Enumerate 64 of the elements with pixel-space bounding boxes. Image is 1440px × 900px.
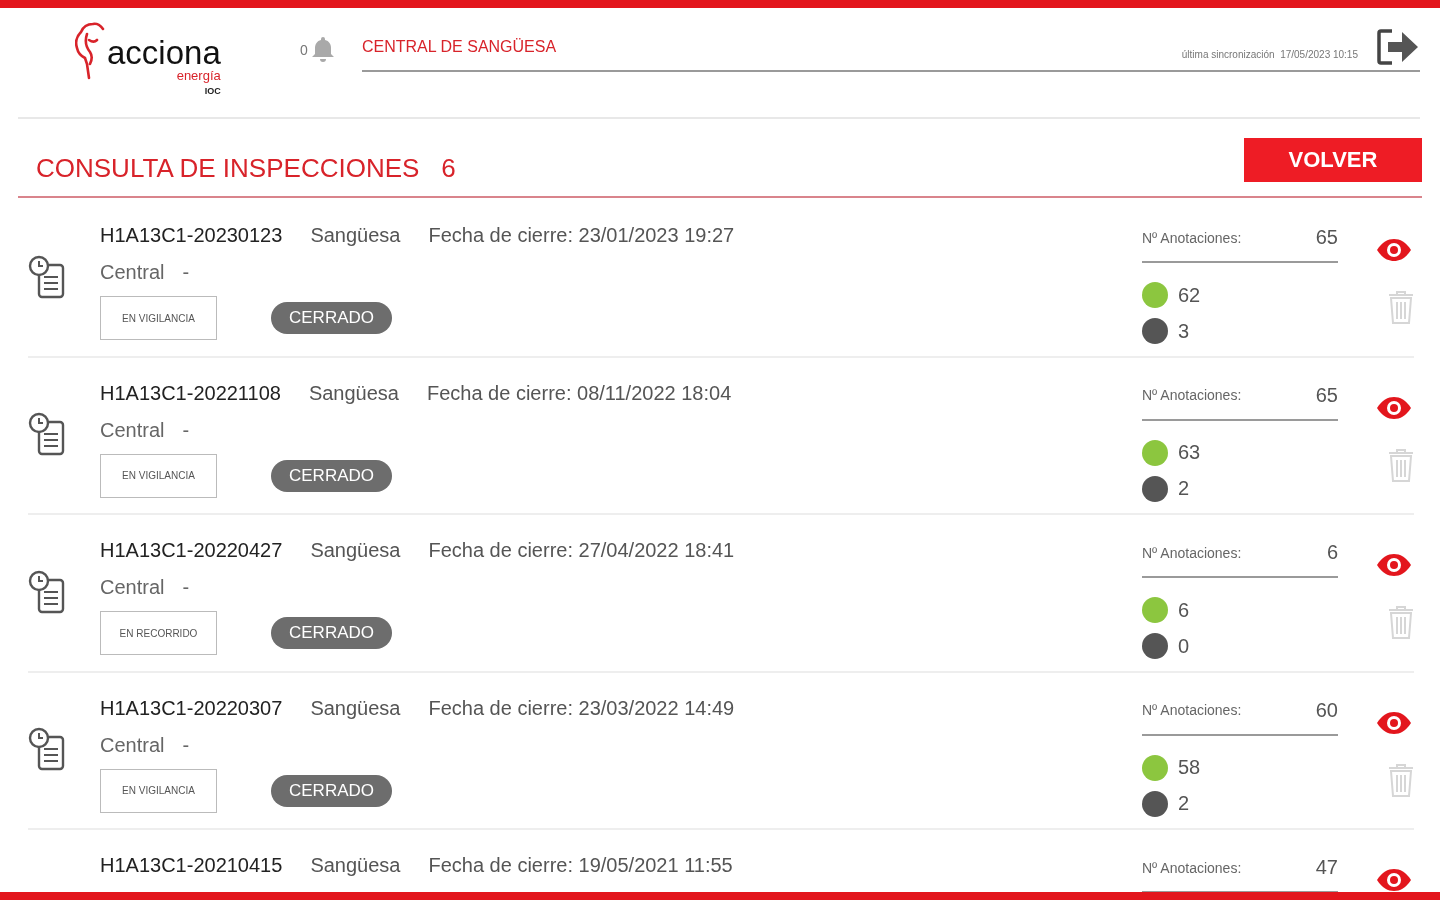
annotations-total: 65 — [1315, 383, 1338, 407]
location-text: Sangüesa — [310, 854, 401, 877]
annotations-total: 6 — [1326, 541, 1338, 564]
annotation-count: 2 — [1178, 477, 1190, 500]
plant-type: Central — [100, 576, 165, 599]
status-badge: CERRADO — [271, 774, 392, 807]
logo-subtitle: energía — [176, 69, 221, 84]
plant-detail: - — [182, 418, 190, 442]
annotations-label: Nº Anotaciones: — [1142, 387, 1242, 403]
closing-date: Fecha de cierre: 19/05/2021 11:55 — [428, 854, 733, 877]
inspection-code: H1A13C1-20210415 — [100, 854, 283, 877]
page-title: CONSULTA DE INSPECCIONES — [36, 153, 420, 184]
logo-tag: IOC — [204, 86, 221, 97]
inspection-code: H1A13C1-20230123 — [100, 224, 283, 247]
annotations-total: 60 — [1315, 698, 1338, 722]
closing-date: Fecha de cierre: 23/01/2023 19:27 — [428, 224, 735, 247]
annotation-count: 58 — [1178, 756, 1201, 779]
annotations-label: Nº Anotaciones: — [1142, 229, 1242, 246]
annotation-count: 0 — [1178, 634, 1190, 658]
annotation-count: 6 — [1178, 598, 1190, 622]
last-sync-text: última sincronización 17/05/2023 10:15 — [1181, 48, 1358, 60]
view-eye-icon[interactable] — [1376, 238, 1412, 262]
closing-date: Fecha de cierre: 08/11/2022 18:04 — [426, 381, 732, 405]
location-text: Sangüesa — [310, 539, 401, 562]
closing-date: Fecha de cierre: 27/04/2022 18:41 — [428, 539, 735, 562]
annotations-label: Nº Anotaciones: — [1142, 544, 1242, 561]
status-badge: CERRADO — [271, 617, 392, 649]
annotations-label: Nº Anotaciones: — [1142, 702, 1242, 718]
annotations-total: 47 — [1315, 856, 1338, 879]
view-eye-icon[interactable] — [1376, 868, 1412, 892]
phase-tag: EN VIGILANCIA — [100, 768, 217, 813]
phase-tag: EN VIGILANCIA — [100, 453, 217, 498]
status-badge: CERRADO — [271, 302, 392, 334]
plant-type: Central — [100, 418, 165, 442]
plant-type: Central — [100, 733, 165, 757]
phase-tag: EN VIGILANCIA — [100, 296, 217, 340]
status-badge: CERRADO — [271, 459, 392, 492]
closing-date: Fecha de cierre: 23/03/2022 14:49 — [428, 696, 735, 720]
phase-tag: EN RECORRIDO — [100, 611, 217, 655]
view-eye-icon[interactable] — [1376, 395, 1412, 420]
plant-detail: - — [182, 261, 190, 284]
annotations-label: Nº Anotaciones: — [1142, 859, 1242, 876]
inspection-code: H1A13C1-20220427 — [100, 539, 283, 562]
annotation-count: 62 — [1178, 283, 1201, 307]
view-eye-icon[interactable] — [1376, 710, 1412, 735]
plant-detail: - — [182, 576, 190, 599]
annotation-count: 3 — [1178, 319, 1190, 343]
result-count: 6 — [441, 153, 456, 184]
logout-icon[interactable] — [1376, 28, 1420, 66]
logo-wordmark: acciona — [107, 36, 221, 69]
location-text: Sangüesa — [310, 696, 401, 720]
plant-name: CENTRAL DE SANGÜESA — [362, 38, 557, 56]
annotation-count: 2 — [1178, 792, 1190, 815]
annotations-total: 65 — [1315, 226, 1338, 249]
plant-detail: - — [182, 733, 190, 757]
annotation-count: 63 — [1178, 441, 1201, 464]
location-text: Sangüesa — [310, 224, 401, 247]
plant-type: Central — [100, 261, 165, 284]
notification-count: 0 — [300, 42, 308, 58]
inspection-code: H1A13C1-20220307 — [100, 696, 283, 720]
back-button[interactable]: VOLVER — [1244, 138, 1422, 182]
location-text: Sangüesa — [308, 381, 399, 405]
inspection-code: H1A13C1-20221108 — [100, 381, 281, 405]
view-eye-icon[interactable] — [1376, 553, 1412, 577]
